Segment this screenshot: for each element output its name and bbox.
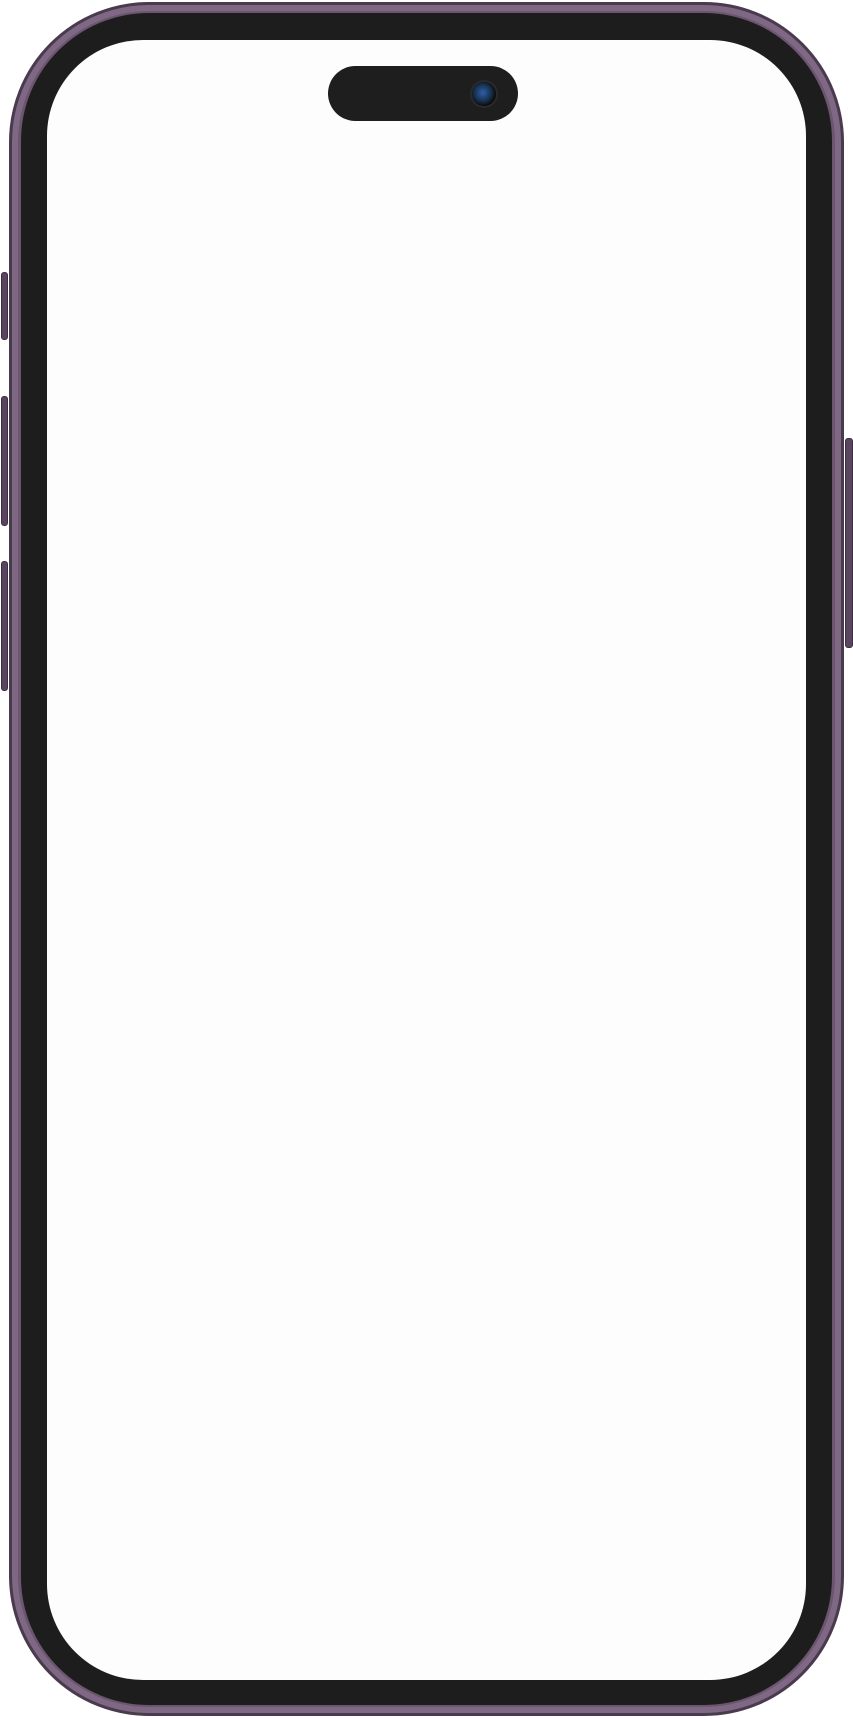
power-button: [845, 438, 853, 648]
action-button: [1, 272, 8, 340]
volume-down-button: [1, 561, 8, 691]
phone-screen: [47, 40, 806, 1680]
camera-icon: [472, 82, 496, 106]
volume-up-button: [1, 396, 8, 526]
dynamic-island: [328, 66, 518, 121]
phone-mockup: [0, 0, 853, 1720]
